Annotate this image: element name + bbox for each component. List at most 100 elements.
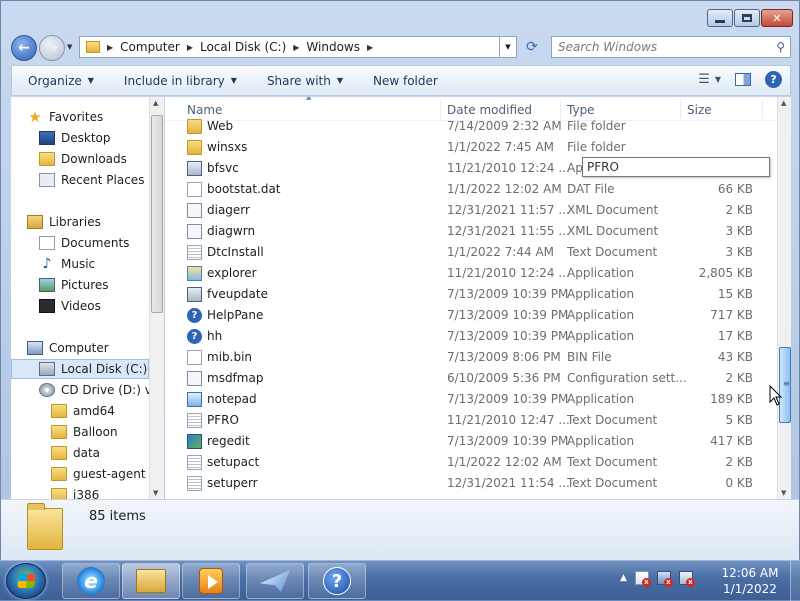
help-icon[interactable]: ? [765,71,782,88]
breadcrumb-windows[interactable]: Windows [306,40,360,54]
address-history-dropdown[interactable]: ▼ [499,36,517,58]
taskbar: e ? ▲ x x x 12:06 AM 1/1/2022 [0,560,800,601]
action-center-icon[interactable]: x [634,571,651,587]
chevron-right-icon[interactable]: ▶ [187,43,193,52]
folder-icon [51,404,67,418]
taskbar-media-player[interactable] [182,563,240,599]
nav-recent-places[interactable]: Recent Places [39,170,144,190]
scroll-up-icon[interactable]: ▲ [781,99,786,107]
nav-libraries[interactable]: Libraries [27,212,101,232]
close-button[interactable]: ✕ [761,9,793,27]
file-row[interactable]: msdfmap 6/10/2009 5:36 PM Configuration se… [165,368,777,389]
include-in-library-menu[interactable]: Include in library ▼ [124,74,237,88]
file-name: mib.bin [207,350,253,364]
breadcrumb-computer[interactable]: Computer [120,40,180,54]
file-date-modified: 1/1/2022 12:02 AM [447,182,562,196]
search-icon[interactable]: ⚲ [776,40,785,54]
taskbar-windows-explorer[interactable] [122,563,180,599]
nav-videos[interactable]: Videos [39,296,101,316]
file-row[interactable]: setupact 1/1/2022 12:02 AM Text Document 2 … [165,452,777,473]
nav-folder-balloon[interactable]: Balloon [51,422,118,442]
nav-music[interactable]: ♪ Music [39,254,96,274]
organize-menu[interactable]: Organize ▼ [28,74,94,88]
chevron-right-icon[interactable]: ▶ [107,43,113,52]
file-row[interactable]: regedit 7/13/2009 10:39 PM Application 417 … [165,431,777,452]
nav-desktop[interactable]: Desktop [39,128,111,148]
file-date-modified: 7/14/2009 2:32 AM [447,119,562,133]
file-size: 5 KB [725,413,753,427]
file-type: Application [567,266,635,280]
nav-folder-label: data [73,446,101,460]
search-input[interactable]: Search Windows ⚲ [551,36,791,58]
nav-folder-data[interactable]: data [51,443,100,463]
file-row[interactable]: mib.bin 7/13/2009 8:06 PM BIN File 43 KB [165,347,777,368]
network-icon[interactable]: x [656,571,673,587]
nav-pictures[interactable]: Pictures [39,275,109,295]
nav-local-disk[interactable]: Local Disk (C:) [11,359,149,379]
refresh-icon: ⟳ [526,39,538,55]
minimize-button[interactable] [707,9,733,27]
nav-folder-i386[interactable]: i386 [51,485,99,499]
command-bar: Organize ▼ Include in library ▼ Share with… [11,65,791,96]
file-row[interactable]: DtcInstall 1/1/2022 7:44 AM Text Document 3… [165,242,777,263]
clock-time: 12:06 AM [721,566,779,580]
recent-pages-dropdown[interactable]: ▼ [67,43,72,51]
file-row[interactable]: diagwrn 12/31/2021 11:55 ... XML Document 3… [165,221,777,242]
file-row[interactable]: explorer 11/21/2010 12:24 ... Application 2… [165,263,777,284]
nav-favorites[interactable]: ★ Favorites [27,107,103,127]
nav-downloads[interactable]: Downloads [39,149,127,169]
file-row[interactable]: ? hh 7/13/2009 10:39 PM Application 17 KB [165,326,777,347]
chevron-right-icon[interactable]: ▶ [293,43,299,52]
system-clock[interactable]: 12:06 AM 1/1/2022 [712,565,788,597]
file-list-scrollbar[interactable]: ▲ ≡ ▼ [777,97,791,499]
nav-cd-drive[interactable]: CD Drive (D:) virt [39,380,163,400]
file-row[interactable]: diagerr 12/31/2021 11:57 ... XML Document 2… [165,200,777,221]
file-size: 3 KB [725,224,753,238]
breadcrumb-local-disk[interactable]: Local Disk (C:) [200,40,286,54]
file-type: Text Document [567,455,658,469]
file-row[interactable]: notepad 7/13/2009 10:39 PM Application 189 … [165,389,777,410]
file-row[interactable]: fveupdate 7/13/2009 10:39 PM Application 15… [165,284,777,305]
preview-pane-icon[interactable] [735,73,751,86]
scroll-down-icon[interactable]: ▼ [153,489,158,497]
maximize-button[interactable] [734,9,760,27]
file-row[interactable]: Web 7/14/2009 2:32 AM File folder [165,116,777,137]
scroll-up-icon[interactable]: ▲ [153,99,158,107]
file-row[interactable]: setuperr 12/31/2021 11:54 ... Text Documen… [165,473,777,494]
nav-documents[interactable]: Documents [39,233,129,253]
scroll-down-icon[interactable]: ▼ [781,489,786,497]
share-with-menu[interactable]: Share with ▼ [267,74,343,88]
address-bar[interactable]: ▶ Computer ▶ Local Disk (C:) ▶ Windows ▶ [79,36,517,58]
start-button[interactable] [6,563,46,599]
nav-folder-amd64[interactable]: amd64 [51,401,115,421]
taskbar-send-app[interactable] [246,563,304,599]
nav-computer[interactable]: Computer [27,338,109,358]
show-hidden-icons-button[interactable]: ▲ [620,573,627,583]
file-row[interactable]: ? HelpPane 7/13/2009 10:39 PM Application 71… [165,305,777,326]
back-button[interactable]: ← [11,35,37,61]
taskbar-help-and-support[interactable]: ? [308,563,366,599]
nav-folder-guest-agent[interactable]: guest-agent [51,464,146,484]
file-type: XML Document [567,203,659,217]
forward-button[interactable]: → [39,35,65,61]
show-desktop-button[interactable] [790,561,800,601]
file-row[interactable]: winsxs 1/1/2022 7:45 AM File folder [165,137,777,158]
refresh-button[interactable]: ⟳ [517,36,547,58]
libraries-icon [27,215,43,229]
change-view-button[interactable]: ☰ ▼ [698,72,721,87]
navigation-scroll-thumb[interactable] [151,115,163,313]
file-name: diagerr [207,203,250,217]
column-name-label: Name [187,103,223,117]
new-folder-button[interactable]: New folder [373,74,438,88]
clock-date: 1/1/2022 [723,582,777,596]
volume-icon[interactable]: x [678,571,695,587]
file-row[interactable]: PFRO 11/21/2010 12:47 ... Text Document 5 K… [165,410,777,431]
nav-music-label: Music [61,257,96,271]
include-in-library-label: Include in library [123,73,225,88]
file-type: Application [567,392,635,406]
file-row[interactable]: bootstat.dat 1/1/2022 12:02 AM DAT File 66 … [165,179,777,200]
chevron-right-icon[interactable]: ▶ [367,43,373,52]
navigation-scrollbar[interactable]: ▲ ▼ [149,97,164,499]
file-size: 3 KB [725,245,753,259]
taskbar-internet-explorer[interactable]: e [62,563,120,599]
